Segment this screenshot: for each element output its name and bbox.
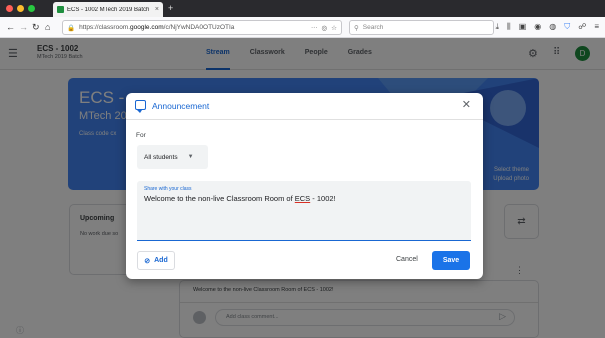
tab-title: ECS - 1002 MTech 2019 Batch	[67, 6, 150, 13]
search-icon: ⚲	[354, 24, 359, 32]
browser-navbar: ← → ↻ ⌂ 🔒 https://classroom.google.com/c…	[0, 17, 605, 38]
text-field-value: Welcome to the non-live Classroom Room o…	[144, 194, 336, 203]
bookmark-star-icon[interactable]: ☆	[331, 24, 337, 32]
close-window-icon[interactable]	[6, 5, 13, 12]
account-icon[interactable]: ☍	[578, 21, 586, 33]
close-icon[interactable]: ✕	[462, 99, 471, 111]
announcement-text-field[interactable]: Share with your class Welcome to the non…	[137, 181, 471, 241]
browser-titlebar: ECS - 1002 MTech 2019 Batch × +	[0, 0, 605, 17]
classroom-favicon-icon	[57, 6, 64, 13]
dialog-title: Announcement	[152, 101, 210, 111]
add-attachment-button[interactable]: ⊘ Add	[137, 251, 175, 270]
extension-icon[interactable]: ◍	[549, 21, 556, 33]
announcement-dialog: Announcement ✕ For All students ▼ Share …	[126, 93, 483, 279]
library-icon[interactable]: ⫼	[507, 21, 511, 33]
minimize-window-icon[interactable]	[17, 5, 24, 12]
dialog-header: Announcement ✕	[126, 93, 483, 120]
add-label: Add	[154, 257, 168, 264]
shield-icon[interactable]: ⛉	[564, 21, 570, 33]
audience-select[interactable]: All students ▼	[137, 145, 208, 169]
reader-icon[interactable]: ◉	[534, 21, 541, 33]
text-field-label: Share with your class	[144, 186, 192, 192]
url-bar[interactable]: 🔒 https://classroom.google.com/c/NjYwNDA…	[62, 20, 342, 35]
for-label: For	[136, 132, 146, 139]
paperclip-icon: ⊘	[144, 257, 151, 265]
pocket-icon[interactable]: ◎	[322, 24, 328, 32]
forward-arrow-icon[interactable]: →	[19, 21, 28, 33]
new-tab-button[interactable]: +	[168, 3, 173, 14]
back-arrow-icon[interactable]: ←	[6, 21, 15, 33]
sidebar-icon[interactable]: ▣	[519, 21, 527, 33]
download-icon[interactable]: ⤓	[495, 21, 499, 33]
audience-value: All students	[144, 153, 178, 161]
browser-search-bar[interactable]: ⚲ Search	[349, 20, 494, 35]
announcement-icon	[135, 100, 146, 113]
browser-tab[interactable]: ECS - 1002 MTech 2019 Batch ×	[53, 2, 163, 17]
tab-close-icon[interactable]: ×	[155, 6, 159, 13]
zoom-window-icon[interactable]	[28, 5, 35, 12]
menu-icon[interactable]: ≡	[594, 21, 599, 33]
home-icon[interactable]: ⌂	[45, 21, 50, 33]
page-actions-icon[interactable]: ···	[311, 24, 318, 31]
search-placeholder: Search	[362, 24, 384, 31]
save-button[interactable]: Save	[432, 251, 470, 270]
cancel-button[interactable]: Cancel	[396, 256, 418, 263]
url-text: https://classroom.google.com/c/NjYwNDA0O…	[79, 24, 235, 31]
reload-icon[interactable]: ↻	[32, 21, 40, 33]
lock-icon: 🔒	[67, 24, 76, 32]
chevron-down-icon: ▼	[187, 154, 194, 160]
browser-chrome: ECS - 1002 MTech 2019 Batch × + ← → ↻ ⌂ …	[0, 0, 605, 38]
toolbar-icons: ⤓ ⫼ ▣ ◉ ◍ ⛉ ☍ ≡	[495, 21, 599, 33]
